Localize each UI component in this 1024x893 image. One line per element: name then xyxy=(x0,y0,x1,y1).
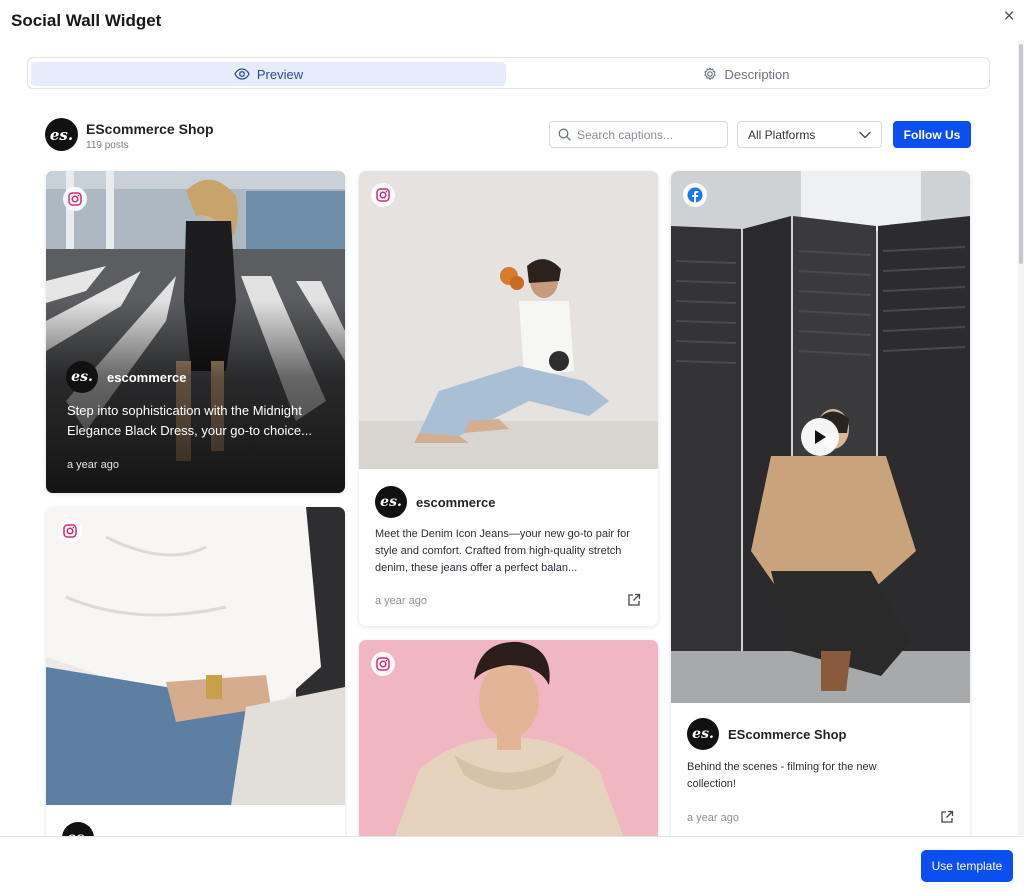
post-author[interactable]: es. EScommerce Shop xyxy=(687,718,847,750)
facebook-badge xyxy=(683,183,707,207)
eye-icon xyxy=(234,68,250,80)
post-author[interactable]: es. escommerce xyxy=(375,486,496,518)
play-icon xyxy=(815,430,826,444)
author-avatar: es. xyxy=(687,718,719,750)
post-timestamp: a year ago xyxy=(375,595,427,607)
author-name: EScommerce Shop xyxy=(728,726,847,742)
author-avatar: es. xyxy=(66,361,98,393)
instagram-badge xyxy=(371,183,395,207)
platform-select-value: All Platforms xyxy=(748,127,816,142)
instagram-badge xyxy=(371,652,395,676)
author-avatar: es. xyxy=(375,486,407,518)
post-image-shirt xyxy=(46,507,345,805)
search-box[interactable] xyxy=(549,121,728,148)
post-card-5[interactable] xyxy=(359,640,658,852)
instagram-icon xyxy=(376,188,390,202)
instagram-badge xyxy=(63,187,87,211)
tab-description-label: Description xyxy=(724,66,790,82)
post-caption: Step into sophistication with the Midnig… xyxy=(67,403,312,438)
search-input[interactable] xyxy=(577,127,717,142)
post-body: es. escommerce Meet the Denim Icon Jeans… xyxy=(359,469,658,626)
play-video-button[interactable] xyxy=(801,418,839,456)
tab-preview[interactable]: Preview xyxy=(31,62,506,86)
scrollbar-thumb[interactable] xyxy=(1019,44,1023,264)
facebook-icon xyxy=(687,187,703,203)
post-timestamp: a year ago xyxy=(67,459,119,471)
tab-bar: Preview Description xyxy=(27,57,990,89)
instagram-badge xyxy=(58,519,82,543)
external-link-icon[interactable] xyxy=(940,810,954,824)
instagram-icon xyxy=(63,524,77,538)
use-template-button[interactable]: Use template xyxy=(921,850,1013,882)
instagram-icon xyxy=(376,657,390,671)
post-body: es. EScommerce Shop Behind the scenes - … xyxy=(671,703,970,851)
post-image-hoodie xyxy=(359,640,658,852)
author-name: escommerce xyxy=(416,494,496,510)
modal-header: Social Wall Widget × xyxy=(0,0,1024,44)
chevron-down-icon xyxy=(859,131,871,138)
gear-icon xyxy=(704,67,717,80)
platform-select[interactable]: All Platforms xyxy=(737,121,882,148)
external-link-icon[interactable] xyxy=(627,593,641,607)
search-icon xyxy=(558,128,571,141)
instagram-icon xyxy=(68,192,82,206)
tab-description[interactable]: Description xyxy=(509,62,984,86)
post-timestamp: a year ago xyxy=(687,812,739,824)
post-author[interactable]: es. escommerce xyxy=(66,361,187,393)
post-card-1[interactable]: es. escommerce Step into sophistication … xyxy=(46,171,345,493)
post-caption: Meet the Denim Icon Jeans—your new go-to… xyxy=(375,528,630,574)
post-card-4[interactable]: es. escommerce xyxy=(46,507,345,852)
post-caption: Behind the scenes - filming for the new … xyxy=(687,761,877,790)
follow-us-button[interactable]: Follow Us xyxy=(893,121,971,148)
modal-title: Social Wall Widget xyxy=(11,11,162,30)
author-name: escommerce xyxy=(107,369,187,385)
post-card-2[interactable]: es. escommerce Meet the Denim Icon Jeans… xyxy=(359,171,658,626)
modal-footer: Use template xyxy=(0,836,1024,893)
post-card-3[interactable]: es. EScommerce Shop Behind the scenes - … xyxy=(671,171,970,851)
tab-preview-label: Preview xyxy=(256,66,304,82)
post-count: 119 posts xyxy=(86,140,129,151)
brand-logo: es. xyxy=(45,118,78,151)
brand-name: EScommerce Shop xyxy=(86,121,214,137)
close-icon[interactable]: × xyxy=(998,7,1020,27)
post-image-denim xyxy=(359,171,658,469)
